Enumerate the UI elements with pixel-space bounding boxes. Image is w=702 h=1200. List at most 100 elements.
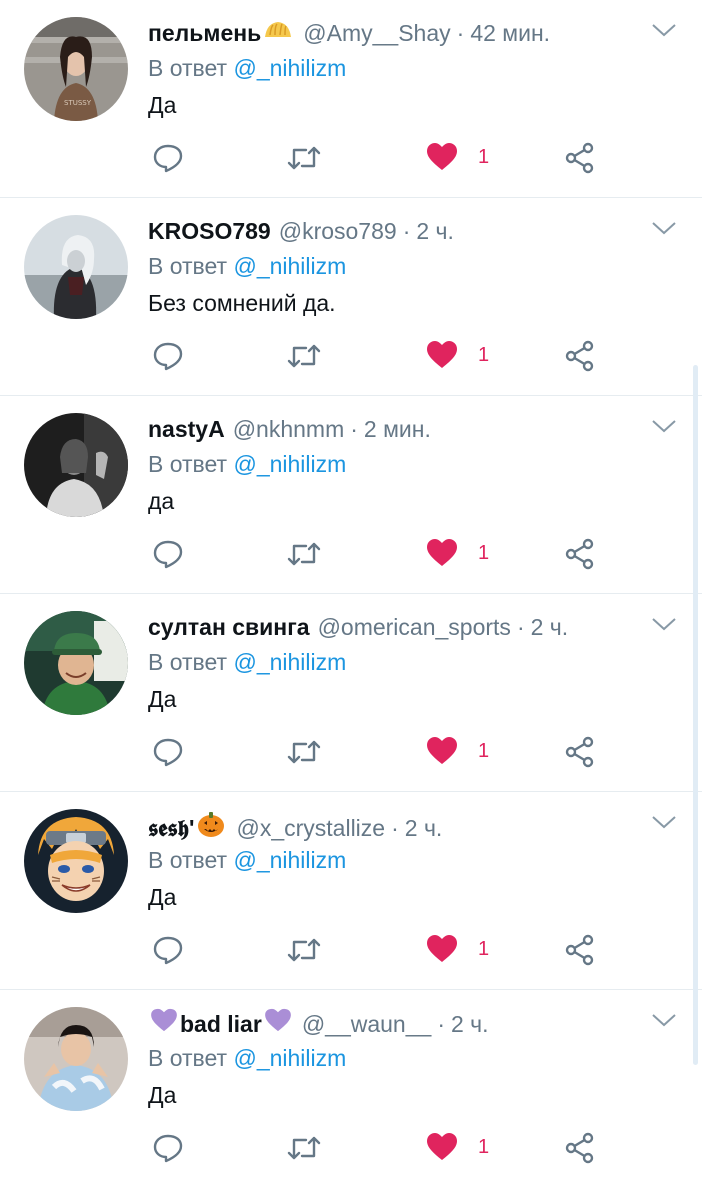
tweet[interactable]: nastyA @nkhnmm · 2 мин. В ответ @_nihili… bbox=[0, 396, 702, 594]
retweet-icon bbox=[287, 938, 321, 962]
avatar[interactable] bbox=[24, 215, 128, 319]
display-name[interactable]: 𝖘𝖊𝖘𝖍' bbox=[148, 813, 194, 843]
user-handle[interactable]: @x_crystallize bbox=[236, 813, 385, 843]
reply-mention[interactable]: @_nihilizm bbox=[233, 1045, 346, 1071]
share-icon bbox=[565, 340, 594, 372]
like-count: 1 bbox=[478, 937, 490, 960]
timestamp[interactable]: 2 ч. bbox=[451, 1009, 489, 1039]
user-handle[interactable]: @Amy__Shay bbox=[303, 18, 450, 48]
action-bar: 1 bbox=[148, 1128, 608, 1168]
avatar[interactable] bbox=[24, 413, 128, 517]
chevron-down-icon[interactable] bbox=[650, 20, 678, 40]
retweet-button[interactable] bbox=[286, 538, 322, 570]
display-name[interactable]: пельмень bbox=[148, 18, 261, 48]
like-button[interactable]: 1 bbox=[426, 340, 489, 370]
reply-button[interactable] bbox=[152, 1132, 184, 1164]
retweet-button[interactable] bbox=[286, 934, 322, 966]
timestamp[interactable]: 2 мин. bbox=[364, 414, 431, 444]
reply-feed: STUSSY пельмень @Amy__Shay · 42 мин. В о… bbox=[0, 0, 702, 1188]
reply-prefix: В ответ bbox=[148, 649, 228, 675]
user-handle[interactable]: @__waun__ bbox=[302, 1009, 432, 1039]
reply-context: В ответ @_nihilizm bbox=[148, 449, 346, 479]
timestamp[interactable]: 2 ч. bbox=[531, 612, 569, 642]
reply-mention[interactable]: @_nihilizm bbox=[233, 55, 346, 81]
reply-mention[interactable]: @_nihilizm bbox=[233, 451, 346, 477]
like-button[interactable]: 1 bbox=[426, 934, 489, 964]
reply-button[interactable] bbox=[152, 736, 184, 768]
share-button[interactable] bbox=[564, 538, 596, 570]
chevron-down-icon[interactable] bbox=[650, 218, 678, 238]
like-count: 1 bbox=[478, 145, 490, 168]
reply-context: В ответ @_nihilizm bbox=[148, 845, 346, 875]
retweet-button[interactable] bbox=[286, 340, 322, 372]
retweet-icon bbox=[287, 740, 321, 764]
tweet-text: Да bbox=[148, 1082, 177, 1108]
timestamp[interactable]: 2 ч. bbox=[416, 216, 454, 246]
retweet-button[interactable] bbox=[286, 736, 322, 768]
retweet-button[interactable] bbox=[286, 142, 322, 174]
reply-prefix: В ответ bbox=[148, 1045, 228, 1071]
tweet[interactable]: KROSO789 @kroso789 · 2 ч. В ответ @_nihi… bbox=[0, 198, 702, 396]
chevron-down-icon[interactable] bbox=[650, 614, 678, 634]
chevron-down-icon[interactable] bbox=[650, 812, 678, 832]
reply-context: В ответ @_nihilizm bbox=[148, 1043, 346, 1073]
chevron-down-icon[interactable] bbox=[650, 1010, 678, 1030]
avatar[interactable]: STUSSY bbox=[24, 17, 128, 121]
tweet-header: bad liar @__waun__ · 2 ч. bbox=[148, 1008, 489, 1039]
avatar[interactable] bbox=[24, 809, 128, 913]
avatar[interactable] bbox=[24, 1007, 128, 1111]
reply-prefix: В ответ bbox=[148, 55, 228, 81]
reply-mention[interactable]: @_nihilizm bbox=[233, 253, 346, 279]
reply-mention[interactable]: @_nihilizm bbox=[233, 649, 346, 675]
dumpling-icon bbox=[263, 18, 293, 48]
reply-button[interactable] bbox=[152, 142, 184, 174]
retweet-button[interactable] bbox=[286, 1132, 322, 1164]
separator: · bbox=[391, 814, 399, 841]
tweet[interactable]: bad liar @__waun__ · 2 ч. В ответ @_nihi… bbox=[0, 990, 702, 1188]
user-handle[interactable]: @nkhnmm bbox=[233, 414, 345, 444]
display-name[interactable]: султан свинга bbox=[148, 612, 310, 642]
reply-button[interactable] bbox=[152, 538, 184, 570]
share-icon bbox=[565, 736, 594, 768]
action-bar: 1 bbox=[148, 732, 608, 772]
share-button[interactable] bbox=[564, 934, 596, 966]
share-button[interactable] bbox=[564, 340, 596, 372]
reply-icon bbox=[153, 540, 183, 569]
heart-icon bbox=[427, 539, 457, 566]
display-name[interactable]: bad liar bbox=[180, 1009, 262, 1039]
timestamp[interactable]: 2 ч. bbox=[405, 813, 443, 843]
action-bar: 1 bbox=[148, 138, 608, 178]
scrollbar[interactable] bbox=[693, 365, 698, 1065]
user-handle[interactable]: @kroso789 bbox=[279, 216, 397, 246]
chevron-down-icon[interactable] bbox=[650, 416, 678, 436]
reply-icon bbox=[153, 738, 183, 767]
separator: · bbox=[350, 416, 358, 442]
heart-icon bbox=[427, 935, 457, 962]
display-name[interactable]: KROSO789 bbox=[148, 216, 271, 246]
tweet-header: KROSO789 @kroso789 · 2 ч. bbox=[148, 216, 454, 246]
reply-mention[interactable]: @_nihilizm bbox=[233, 847, 346, 873]
avatar[interactable] bbox=[24, 611, 128, 715]
retweet-icon bbox=[287, 1136, 321, 1160]
like-button[interactable]: 1 bbox=[426, 1132, 489, 1162]
reply-prefix: В ответ bbox=[148, 847, 228, 873]
reply-button[interactable] bbox=[152, 934, 184, 966]
reply-button[interactable] bbox=[152, 340, 184, 372]
tweet[interactable]: STUSSY пельмень @Amy__Shay · 42 мин. В о… bbox=[0, 0, 702, 198]
share-button[interactable] bbox=[564, 736, 596, 768]
display-name[interactable]: nastyA bbox=[148, 414, 225, 444]
like-button[interactable]: 1 bbox=[426, 142, 489, 172]
like-button[interactable]: 1 bbox=[426, 538, 489, 568]
share-icon bbox=[565, 538, 594, 570]
tweet[interactable]: султан свинга @omerican_sports · 2 ч. В … bbox=[0, 594, 702, 792]
reply-icon bbox=[153, 144, 183, 173]
share-button[interactable] bbox=[564, 142, 596, 174]
tweet[interactable]: 𝖘𝖊𝖘𝖍' @x_crystallize · 2 ч. В ответ @_ni… bbox=[0, 792, 702, 990]
user-handle[interactable]: @omerican_sports bbox=[318, 612, 511, 642]
svg-text:STUSSY: STUSSY bbox=[64, 99, 92, 107]
reply-context: В ответ @_nihilizm bbox=[148, 647, 346, 677]
heart-icon bbox=[427, 341, 457, 368]
share-button[interactable] bbox=[564, 1132, 596, 1164]
like-button[interactable]: 1 bbox=[426, 736, 489, 766]
timestamp[interactable]: 42 мин. bbox=[470, 18, 550, 48]
